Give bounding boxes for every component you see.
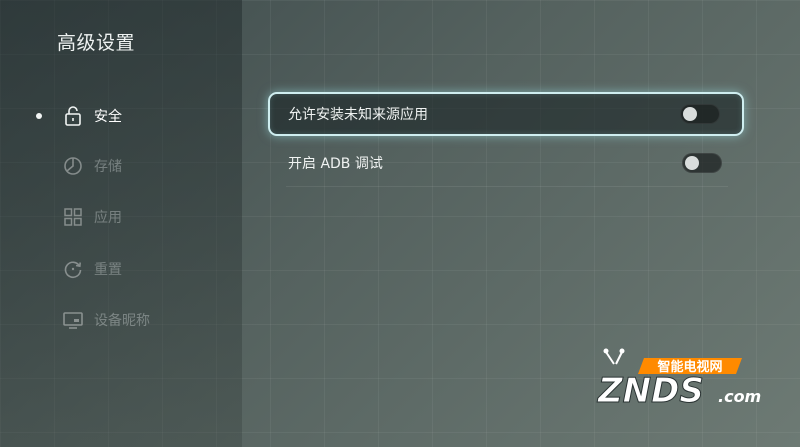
toggle-knob — [683, 107, 697, 121]
apps-grid-icon — [62, 206, 84, 228]
page-title: 高级设置 — [57, 32, 136, 54]
sidebar-item-security[interactable]: 安全 — [36, 101, 226, 131]
setting-row-unknown-sources[interactable]: 允许安装未知来源应用 — [268, 92, 744, 136]
sidebar-item-device-name[interactable]: 设备昵称 — [36, 305, 226, 335]
watermark-brand: ZNDS — [597, 371, 704, 411]
znds-watermark-logo: 智能电视网 ZNDS .com — [592, 344, 792, 414]
sidebar-item-apps[interactable]: 应用 — [36, 202, 226, 232]
lock-open-icon — [62, 105, 84, 127]
unknown-sources-toggle[interactable] — [680, 104, 720, 124]
setting-label: 允许安装未知来源应用 — [288, 107, 428, 123]
setting-label: 开启 ADB 调试 — [288, 156, 383, 172]
sidebar-item-label: 重置 — [94, 262, 122, 278]
reset-icon — [62, 258, 84, 280]
sidebar-item-label: 设备昵称 — [94, 313, 150, 329]
setting-row-adb-debug[interactable]: 开启 ADB 调试 — [268, 141, 744, 185]
sidebar-item-label: 应用 — [94, 210, 122, 226]
monitor-icon — [62, 309, 84, 331]
sidebar-item-label: 安全 — [94, 109, 122, 125]
row-divider — [286, 186, 728, 187]
watermark-suffix: .com — [718, 387, 761, 406]
sidebar-item-reset[interactable]: 重置 — [36, 254, 226, 284]
storage-pie-icon — [62, 155, 84, 177]
sidebar-item-label: 存储 — [94, 159, 122, 175]
selection-dot — [36, 113, 42, 119]
toggle-knob — [685, 156, 699, 170]
sidebar-item-storage[interactable]: 存储 — [36, 151, 226, 181]
adb-debug-toggle[interactable] — [682, 153, 722, 173]
